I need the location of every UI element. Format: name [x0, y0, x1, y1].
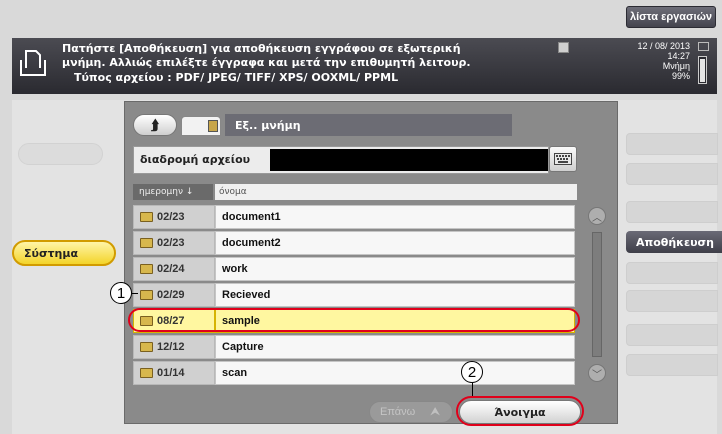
file-date-cell: 02/24 — [133, 257, 215, 281]
chevron-up-icon: ︿ — [592, 212, 602, 224]
control-panel-screen: λίστα εργασιών Πατήστε [Αποθήκευση] για … — [0, 0, 722, 434]
file-date-text: 02/23 — [157, 211, 185, 223]
file-name-cell: scan — [215, 361, 575, 385]
folder-icon — [140, 368, 153, 378]
message-line-1: Πατήστε [Αποθήκευση] για αποθήκευση εγγρ… — [62, 42, 461, 55]
callout-2-leader — [472, 383, 473, 396]
file-list: 02/23 document1 02/23 document2 02/24 work 02/… — [133, 205, 575, 387]
right-function-button-3 — [626, 201, 718, 223]
scrollbar-track[interactable] — [592, 232, 602, 357]
memory-value: 99% — [671, 71, 690, 81]
open-button-highlight — [456, 396, 584, 426]
file-path-label: διαδρομή αρχείου — [140, 153, 251, 166]
chevron-down-icon: ﹀ — [592, 369, 602, 381]
file-row[interactable]: 01/14 scan — [133, 361, 575, 387]
file-date-text: 02/24 — [157, 263, 185, 275]
file-date-cell: 12/12 — [133, 335, 215, 359]
sort-by-name-button[interactable]: όνομα — [215, 184, 577, 200]
callout-1-leader — [132, 293, 138, 294]
right-function-button-7 — [626, 324, 718, 346]
job-list-button[interactable]: λίστα εργασιών — [626, 6, 716, 28]
time-text: 14:27 — [667, 51, 690, 61]
document-icon — [20, 50, 46, 76]
system-button[interactable]: Σύστημα — [12, 240, 116, 266]
store-button[interactable]: Αποθήκευση — [626, 231, 722, 253]
memory-gauge-fill — [700, 58, 705, 82]
scroll-down-button[interactable]: ﹀ — [588, 364, 606, 382]
folder-icon — [140, 342, 153, 352]
storage-icon — [558, 42, 569, 53]
right-function-button-8 — [626, 354, 718, 376]
file-date-text: 02/23 — [157, 237, 185, 249]
file-name-cell: document2 — [215, 231, 575, 255]
selected-file-highlight — [128, 308, 580, 332]
file-date-text: 02/29 — [157, 289, 185, 301]
file-name-cell: document1 — [215, 205, 575, 229]
right-function-button-5 — [626, 262, 718, 284]
right-function-button-1 — [626, 133, 718, 155]
callout-2: 2 — [461, 361, 483, 383]
up-arrow-icon: ⮭ — [150, 116, 160, 133]
file-date-cell: 01/14 — [133, 361, 215, 385]
message-bar: Πατήστε [Αποθήκευση] για αποθήκευση εγγρ… — [12, 38, 717, 94]
file-name-cell: work — [215, 257, 575, 281]
file-name-cell: Capture — [215, 335, 575, 359]
folder-icon — [140, 290, 153, 300]
file-path-field[interactable] — [270, 149, 548, 171]
file-path-row: διαδρομή αρχείου — [133, 146, 549, 174]
file-row[interactable]: 02/24 work — [133, 257, 575, 283]
file-browser-dialog: ⮭ Εξ.. μνήμη διαδρομή αρχείου ημερομην ↓… — [124, 101, 618, 424]
sort-by-date-button[interactable]: ημερομην ↓ — [133, 184, 213, 200]
folder-icon — [140, 238, 153, 248]
file-date-cell: 02/23 — [133, 205, 215, 229]
memory-gauge — [698, 56, 707, 84]
memory-icon — [698, 42, 709, 51]
folder-icon — [140, 212, 153, 222]
status-info: 12 / 08/ 2013 14:27 Μνήμη 99% — [628, 41, 690, 81]
keyboard-icon — [554, 153, 572, 165]
location-label: Εξ.. μνήμη — [225, 114, 512, 136]
right-function-button-2 — [626, 163, 718, 185]
file-date-text: 01/14 — [157, 367, 185, 379]
file-date-cell: 02/23 — [133, 231, 215, 255]
left-function-button-disabled — [18, 143, 103, 165]
folder-tab — [181, 116, 221, 136]
file-row[interactable]: 02/23 document2 — [133, 231, 575, 257]
external-memory-icon — [208, 120, 218, 132]
list-header: ημερομην ↓ όνομα — [133, 184, 577, 200]
up-folder-button[interactable]: ⮭ — [133, 114, 177, 136]
file-name-cell: Recieved — [215, 283, 575, 307]
date-text: 12 / 08/ 2013 — [637, 41, 690, 51]
file-row[interactable]: 12/12 Capture — [133, 335, 575, 361]
page-up-label: Επάνω — [380, 406, 416, 418]
double-up-arrow-icon: ⮝ — [430, 404, 441, 418]
right-function-button-6 — [626, 290, 718, 312]
file-date-text: 12/12 — [157, 341, 185, 353]
page-up-button: Επάνω ⮝ — [369, 401, 453, 423]
message-line-2: μνήμη. Αλλιώς επιλέξτε έγγραφα και μετά … — [62, 56, 471, 69]
navigation-row: ⮭ Εξ.. μνήμη — [133, 114, 513, 138]
folder-icon — [140, 264, 153, 274]
file-row[interactable]: 02/23 document1 — [133, 205, 575, 231]
file-row[interactable]: 02/29 Recieved — [133, 283, 575, 309]
memory-label: Μνήμη — [662, 61, 690, 71]
callout-1: 1 — [110, 282, 132, 304]
keyboard-button[interactable] — [549, 146, 577, 172]
file-date-cell: 02/29 — [133, 283, 215, 307]
file-type-line: Τύπος αρχείου : PDF/ JPEG/ TIFF/ XPS/ OO… — [74, 71, 399, 84]
scroll-up-button[interactable]: ︿ — [588, 207, 606, 225]
